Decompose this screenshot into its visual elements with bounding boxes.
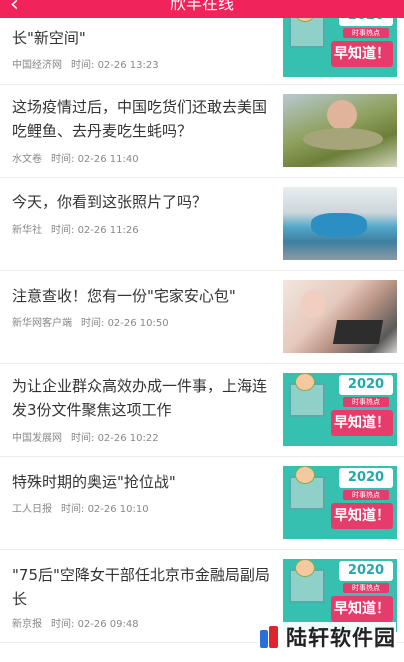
news-thumbnail: 2020 时事热点 早知道！ xyxy=(283,373,397,446)
news-title: 这场疫情过后，中国吃货们还敢去美国吃鲤鱼、去丹麦吃生蚝吗？ xyxy=(12,98,268,140)
promo-year: 2020 xyxy=(339,561,393,581)
news-meta: 中国经济网 时间: 02-26 13:23 xyxy=(12,56,159,71)
promo-main: 早知道！ xyxy=(331,503,393,529)
news-source: 中国经济网 xyxy=(12,60,62,71)
laptop-image xyxy=(332,320,384,344)
watermark-text: 陆轩软件园 xyxy=(286,626,396,650)
news-meta: 新华社 时间: 02-26 11:26 xyxy=(12,221,139,236)
news-thumbnail xyxy=(283,94,397,167)
time-label: 时间: xyxy=(51,154,75,165)
news-item[interactable]: 注意查收！您有一份"宅家安心包" 新华网客户端 时间: 02-26 10:50 xyxy=(0,270,404,364)
promo-subtitle: 时事热点 xyxy=(343,397,389,407)
news-time: 02-26 13:23 xyxy=(97,60,159,71)
drying-rack-image xyxy=(311,213,367,237)
news-title: 为让企业群众高效办成一件事，上海连发3份文件聚焦这项工作 xyxy=(12,377,268,419)
time-label: 时间: xyxy=(71,433,95,444)
news-item[interactable]: 为让企业群众高效办成一件事，上海连发3份文件聚焦这项工作 中国发展网 时间: 02… xyxy=(0,363,404,457)
news-time: 02-26 09:48 xyxy=(77,619,139,630)
news-source: 新华网客户端 xyxy=(12,318,72,329)
time-label: 时间: xyxy=(71,60,95,71)
time-label: 时间: xyxy=(81,318,105,329)
news-source: 工人日报 xyxy=(12,504,52,515)
news-title: 长"新空间" xyxy=(12,29,86,47)
promo-main: 早知道！ xyxy=(331,596,393,622)
person-image xyxy=(327,100,357,130)
cartoon-face-icon xyxy=(295,466,315,484)
news-source: 中国发展网 xyxy=(12,433,62,444)
app-header: ‹ 欣丰在线 xyxy=(0,0,404,18)
news-time: 02-26 10:22 xyxy=(97,433,159,444)
promo-subtitle: 时事热点 xyxy=(343,583,389,593)
news-item[interactable]: 今天，你看到这张照片了吗？ 新华社 时间: 02-26 11:26 xyxy=(0,177,404,271)
promo-subtitle: 时事热点 xyxy=(343,490,389,500)
cartoon-face-icon xyxy=(295,373,315,391)
news-item[interactable]: 这场疫情过后，中国吃货们还敢去美国吃鲤鱼、去丹麦吃生蚝吗？ 水文卷 时间: 02-… xyxy=(0,84,404,178)
time-label: 时间: xyxy=(51,225,75,236)
woman-image xyxy=(301,290,325,318)
time-label: 时间: xyxy=(51,619,75,630)
news-item[interactable]: 特殊时期的奥运"抢位战" 工人日报 时间: 02-26 10:10 2020 时事… xyxy=(0,456,404,550)
news-source: 水文卷 xyxy=(12,154,42,165)
promo-year: 2020 xyxy=(339,375,393,395)
site-watermark: 陆轩软件园 xyxy=(258,622,396,652)
news-thumbnail xyxy=(283,280,397,353)
news-meta: 中国发展网 时间: 02-26 10:22 xyxy=(12,429,159,444)
cartoon-face-icon xyxy=(295,559,315,577)
news-meta: 新华网客户端 时间: 02-26 10:50 xyxy=(12,314,169,329)
fish-image xyxy=(303,128,383,150)
page-title: 欣丰在线 xyxy=(169,0,234,13)
news-time: 02-26 11:40 xyxy=(77,154,139,165)
news-title: 注意查收！您有一份"宅家安心包" xyxy=(12,287,236,305)
news-meta: 新京报 时间: 02-26 09:48 xyxy=(12,615,139,630)
promo-subtitle: 时事热点 xyxy=(343,28,389,38)
news-source: 新华社 xyxy=(12,225,42,236)
news-source: 新京报 xyxy=(12,619,42,630)
news-time: 02-26 10:50 xyxy=(107,318,169,329)
promo-main: 早知道！ xyxy=(331,410,393,436)
news-title: 今天，你看到这张照片了吗？ xyxy=(12,193,208,211)
news-time: 02-26 10:10 xyxy=(87,504,149,515)
news-time: 02-26 11:26 xyxy=(77,225,139,236)
news-meta: 工人日报 时间: 02-26 10:10 xyxy=(12,500,149,515)
news-title: 特殊时期的奥运"抢位战" xyxy=(12,473,176,491)
promo-year: 2020 xyxy=(339,468,393,488)
news-meta: 水文卷 时间: 02-26 11:40 xyxy=(12,150,139,165)
news-title: "75后"空降女干部任北京市金融局副局长 xyxy=(12,566,270,608)
bar-logo-icon xyxy=(258,626,280,648)
news-thumbnail: 2020 时事热点 早知道！ xyxy=(283,466,397,539)
news-thumbnail xyxy=(283,187,397,260)
promo-main: 早知道！ xyxy=(331,41,393,67)
time-label: 时间: xyxy=(61,504,85,515)
